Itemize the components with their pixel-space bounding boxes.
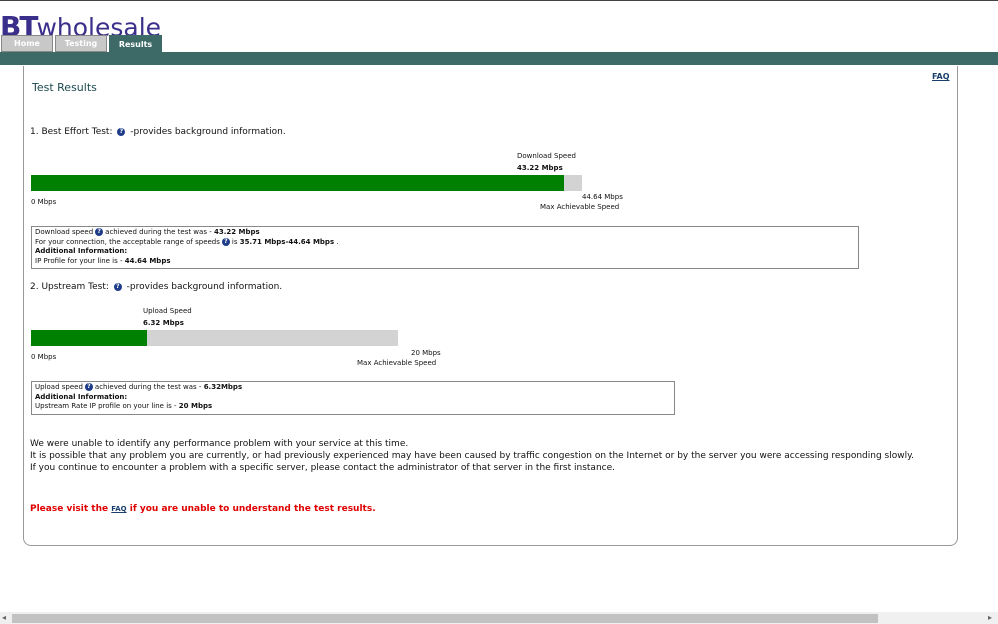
faq-link-bottom[interactable]: FAQ	[111, 505, 126, 513]
download-speed-label: Download Speed	[517, 152, 576, 160]
download-speed-bar	[31, 175, 582, 191]
download-info-line4: IP Profile for your line is - 44.64 Mbps	[35, 256, 171, 265]
upstream-heading: 2. Upstream Test: ? -provides background…	[30, 282, 283, 292]
scroll-right-arrow-icon[interactable]: ▸	[988, 613, 992, 622]
upload-info-line1: Upload speed? achieved during the test wa…	[35, 383, 243, 391]
help-question-icon[interactable]: ?	[117, 127, 126, 136]
results-panel	[23, 66, 958, 546]
upload-speed-label: Upload Speed	[143, 307, 192, 315]
download-info-line3: Additional Information:	[35, 247, 128, 255]
page-title: Test Results	[32, 81, 97, 94]
upload-speed-fill	[31, 330, 147, 346]
upload-axis-max: 20 Mbps	[411, 349, 441, 357]
download-axis-min: 0 Mbps	[31, 198, 57, 206]
download-info-line2: For your connection, the acceptable rang…	[35, 237, 339, 246]
best-effort-heading: 1. Best Effort Test: ? -provides backgro…	[30, 127, 286, 137]
download-info-box: Download speed? achieved during the test …	[31, 226, 859, 269]
result-message: We were unable to identify any performan…	[30, 438, 914, 474]
upload-axis-min: 0 Mbps	[31, 353, 57, 361]
horizontal-scrollbar[interactable]: ◂ ▸	[0, 612, 998, 624]
nav-band	[0, 52, 998, 65]
result-message-line3: If you continue to encounter a problem w…	[30, 463, 615, 473]
faq-notice: Please visit the FAQ if you are unable t…	[30, 504, 376, 514]
help-question-icon[interactable]: ?	[95, 228, 104, 236]
scrollbar-thumb[interactable]	[12, 614, 878, 623]
result-message-line1: We were unable to identify any performan…	[30, 439, 409, 449]
upload-speed-value: 6.32 Mbps	[143, 319, 184, 327]
scroll-left-arrow-icon[interactable]: ◂	[2, 613, 6, 622]
download-axis-max: 44.64 Mbps	[582, 193, 623, 201]
upload-info-line3: Upstream Rate IP profile on your line is…	[35, 402, 213, 410]
upload-info-box: Upload speed? achieved during the test wa…	[31, 381, 675, 415]
tab-results[interactable]: Results	[109, 35, 162, 52]
faq-link-top[interactable]: FAQ	[932, 72, 950, 81]
upload-speed-bar	[31, 330, 398, 346]
upload-axis-max-label: Max Achievable Speed	[357, 359, 437, 367]
tab-home[interactable]: Home	[1, 35, 53, 52]
top-border	[0, 0, 998, 1]
download-speed-fill	[31, 175, 565, 191]
help-question-icon[interactable]: ?	[221, 237, 230, 246]
help-question-icon[interactable]: ?	[113, 282, 122, 291]
result-message-line2: It is possible that any problem you are …	[30, 451, 914, 461]
upload-info-line2: Additional Information:	[35, 392, 128, 401]
bt-wholesale-logo[interactable]: BTwholesale	[0, 10, 161, 43]
help-question-icon[interactable]: ?	[84, 383, 93, 391]
download-info-line1: Download speed? achieved during the test …	[35, 228, 260, 236]
download-axis-max-label: Max Achievable Speed	[540, 203, 620, 211]
tab-testing[interactable]: Testing	[55, 35, 107, 52]
download-speed-value: 43.22 Mbps	[517, 164, 563, 172]
